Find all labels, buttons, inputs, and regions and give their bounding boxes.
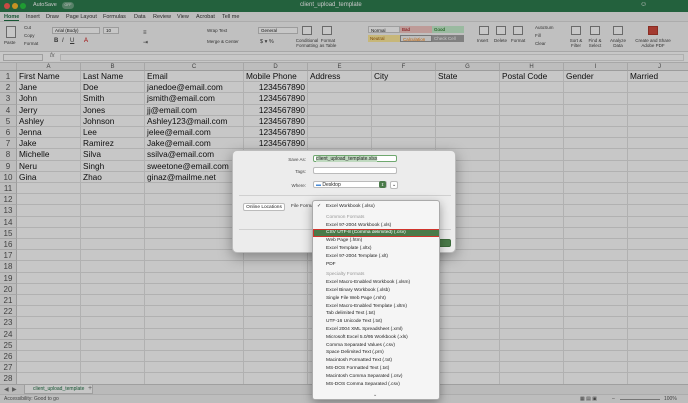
format-option[interactable]: Excel 97-2004 Workbook (.xls) [313,222,439,230]
format-option[interactable]: Excel 2004 XML Spreadsheet (.xml) [313,326,439,334]
scroll-down-icon[interactable]: ⌄ [373,392,377,398]
format-option[interactable]: MS-DOS Formatted Text (.txt) [313,365,439,373]
specialty-formats-header: Specialty Formats [326,272,365,278]
save-as-label: Save As: [288,157,306,162]
format-option[interactable]: Excel Macro-Enabled Workbook (.xlsm) [313,279,439,287]
where-label: Where: [291,183,306,188]
where-dropdown-icon[interactable]: ⇕ [379,181,386,188]
format-option-selected[interactable]: Excel Workbook (.xlsx) ✓ [313,203,439,211]
dialog-divider [239,195,451,196]
format-option[interactable]: CSV UTF-8 (Comma delimited) (.csv) [313,229,439,238]
save-as-value: client_upload_template.xlsx [316,156,378,162]
format-option[interactable]: Macintosh Comma Separated (.csv) [313,373,439,381]
format-option[interactable]: Excel 97-2004 Template (.xlt) [313,253,439,261]
save-as-input[interactable]: client_upload_template.xlsx [313,155,397,162]
tags-input[interactable] [313,167,397,174]
format-option[interactable]: Comma Separated Values (.csv) [313,342,439,350]
format-option[interactable]: Excel Macro-Enabled Template (.xltm) [313,303,439,311]
online-locations-button[interactable]: Online Locations [243,203,285,211]
checkmark-icon: ✓ [317,204,322,209]
file-format-dropdown[interactable]: Excel Workbook (.xlsx) ✓ Common Formats Exc… [312,200,440,400]
format-option[interactable]: PDF [313,261,439,269]
where-value: Desktop [322,182,341,188]
expand-dialog-button[interactable]: ⌄ [390,181,398,189]
tags-label: Tags: [295,169,306,174]
format-option[interactable]: UTF-16 Unicode Text (.txt) [313,318,439,326]
where-select[interactable]: ▬ Desktop [313,181,387,188]
format-option[interactable]: Microsoft Excel 5.0/95 Workbook (.xls) [313,334,439,342]
format-option[interactable]: Space Delimited Text (.prn) [313,349,439,357]
format-option[interactable]: Single File Web Page (.mht) [313,295,439,303]
format-option[interactable]: Excel Template (.xltx) [313,245,439,253]
common-formats-header: Common Formats [326,214,365,220]
format-option[interactable]: Excel Binary Workbook (.xlsb) [313,287,439,295]
format-option[interactable]: MS-DOS Comma Separated (.csv) [313,381,439,389]
format-option[interactable]: Web Page (.htm) [313,237,439,245]
format-option[interactable]: Macintosh Formatted Text (.txt) [313,357,439,365]
format-option[interactable]: Tab delimited Text (.txt) [313,310,439,318]
folder-icon: ▬ [316,182,321,188]
